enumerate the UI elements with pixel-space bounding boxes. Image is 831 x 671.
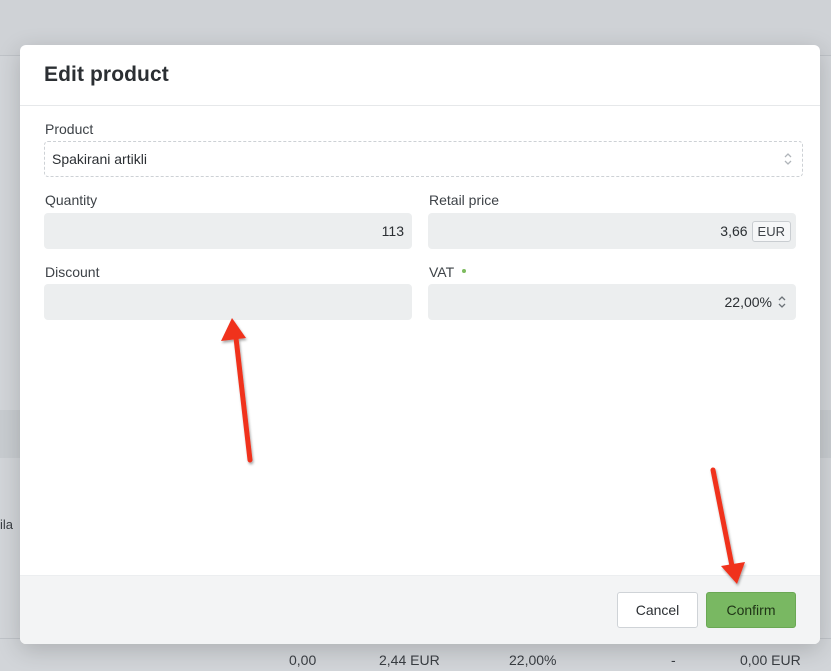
quantity-input[interactable]: 113 [44,213,412,249]
dialog-title: Edit product [44,63,169,86]
vat-label-text: VAT [429,264,455,280]
retail-price-input[interactable]: 3,66 EUR [428,213,796,249]
vat-select[interactable]: 22,00% [428,284,796,320]
dialog-footer: Cancel Confirm [20,575,820,644]
retail-price-value: 3,66 [720,223,748,239]
stepper-icon [778,296,786,308]
quantity-value: 113 [381,223,404,239]
product-label: Product [45,121,94,137]
confirm-button[interactable]: Confirm [706,592,796,628]
stepper-icon [784,153,792,165]
product-value: Spakirani artikli [52,151,147,167]
bg-total-value: 0,00 EUR [740,652,801,668]
bg-total-value: - [671,652,676,668]
bg-total-value: 0,00 [289,652,317,668]
product-select[interactable]: Spakirani artikli [44,141,803,177]
dialog-header: Edit product [20,45,820,106]
bg-row-fragment: ila [0,517,14,532]
bg-total-value: 22,00% [509,652,557,668]
quantity-label: Quantity [45,192,98,208]
required-indicator [462,269,467,274]
vat-value: 22,00% [724,294,772,310]
edit-product-dialog: Edit product Product Spakirani artikli Q… [20,45,820,644]
bg-totals-row: 0,00 2,44 EUR 22,00% - 0,00 EUR [0,645,831,671]
currency-badge: EUR [751,220,791,242]
retail-price-label: Retail price [429,192,500,208]
cancel-button[interactable]: Cancel [617,592,698,628]
bg-total-value: 2,44 EUR [379,652,440,668]
discount-label: Discount [45,264,100,280]
vat-label: VAT [429,264,467,280]
discount-input[interactable] [44,284,412,320]
